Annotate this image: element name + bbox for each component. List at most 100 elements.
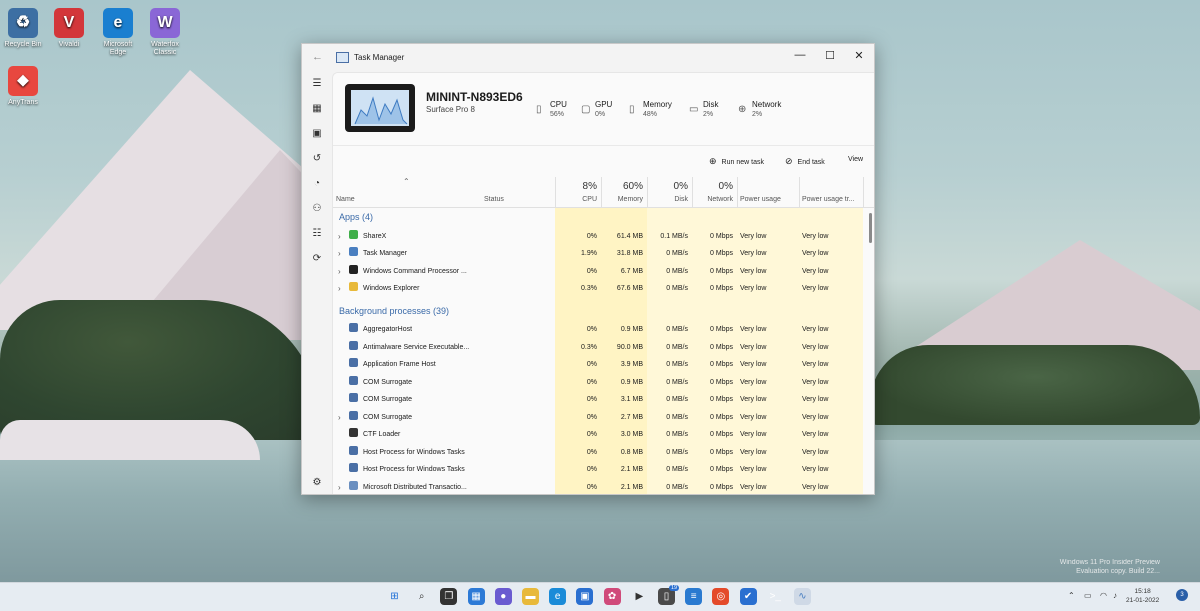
search-icon[interactable]: ⌕ — [413, 588, 430, 605]
process-row[interactable]: COM Surrogate 0% 3.1 MB 0 MB/s 0 Mbps Very lo… — [333, 391, 874, 409]
process-name-cell: Windows Explorer — [349, 280, 477, 298]
process-row[interactable]: › COM Surrogate 0% 2.7 MB 0 MB/s 0 Mbps Very l… — [333, 409, 874, 427]
todo-icon[interactable]: ✔ — [739, 588, 757, 605]
process-row[interactable]: Host Process for Windows Tasks 0% 2.1 MB 0 … — [333, 461, 874, 479]
memory-cell: 3.9 MB — [620, 361, 643, 368]
col-power-usage-trend[interactable]: Power usage tr... — [799, 177, 863, 207]
users-icon[interactable]: ⚇ — [310, 202, 324, 216]
expand-chevron-icon[interactable]: › — [338, 263, 341, 281]
memory-cell: 0.9 MB — [620, 326, 643, 333]
processes-icon[interactable]: ▦ — [310, 102, 324, 116]
process-row[interactable]: CTF Loader 0% 3.0 MB 0 MB/s 0 Mbps Very low Ve… — [333, 426, 874, 444]
edge-icon[interactable]: e — [549, 588, 567, 605]
performance-icon[interactable]: ▣ — [310, 127, 324, 141]
process-name: Windows Command Processor ... — [363, 267, 467, 275]
clock[interactable]: 15:18 21-01-2022 — [1126, 587, 1159, 605]
maximize-button[interactable]: ☐ — [820, 49, 840, 62]
col-power-usage[interactable]: Power usage — [737, 177, 799, 207]
photos-icon[interactable]: ✿ — [603, 588, 621, 605]
group-header[interactable]: Background processes (39) — [333, 302, 874, 322]
end-task-button[interactable]: ⊘ End task — [785, 156, 825, 167]
hamburger-menu-icon[interactable]: ☰ — [310, 77, 324, 91]
waterfox-classic-icon: W — [150, 8, 180, 38]
expand-chevron-icon[interactable]: › — [338, 479, 341, 495]
notification-badge[interactable]: 3 — [1176, 589, 1188, 601]
expand-chevron-icon[interactable]: › — [338, 280, 341, 298]
process-row[interactable]: Application Frame Host 0% 3.9 MB 0 MB/s 0 Mb… — [333, 356, 874, 374]
process-row[interactable]: COM Surrogate 0% 0.9 MB 0 MB/s 0 Mbps Very lo… — [333, 374, 874, 392]
expand-chevron-icon[interactable]: › — [338, 409, 341, 427]
desktop-icon-waterfox-classic[interactable]: W Waterfox Classic — [142, 8, 188, 57]
settings-gear-icon[interactable]: ⚙ — [310, 476, 324, 490]
process-row[interactable]: Antimalware Service Executable... 0.3% 90.… — [333, 339, 874, 357]
file-explorer-icon[interactable]: ▬ — [522, 588, 539, 605]
chevron-up-icon[interactable]: ⌃ — [1068, 591, 1075, 600]
power-cell: Very low — [740, 483, 767, 491]
process-row[interactable]: › Task Manager 1.9% 31.8 MB 0 MB/s 0 Mbps Very… — [333, 245, 874, 263]
process-name-cell: COM Surrogate — [349, 391, 477, 409]
process-row[interactable]: Host Process for Windows Tasks 0% 0.8 MB 0 … — [333, 444, 874, 462]
back-arrow-icon[interactable]: ← — [312, 51, 323, 63]
view-button[interactable]: View — [848, 156, 863, 163]
process-name-cell: Host Process for Windows Tasks — [349, 461, 477, 479]
desktop-icon-microsoft-edge[interactable]: e Microsoft Edge — [95, 8, 141, 57]
network-tray-icon[interactable]: ▭ — [1084, 591, 1092, 600]
process-row[interactable]: › Windows Command Processor ... 0% 6.7 MB 0 … — [333, 263, 874, 281]
network-cell: 0 Mbps — [710, 250, 733, 257]
expand-chevron-icon[interactable]: › — [338, 245, 341, 263]
run-new-task-button[interactable]: ⊕ Run new task — [709, 156, 764, 167]
services-icon[interactable]: ⟳ — [310, 252, 324, 266]
startup-apps-icon[interactable]: ◔ — [310, 177, 324, 191]
memory-icon: ▯ — [629, 104, 635, 115]
widgets-icon[interactable]: ▦ — [467, 588, 485, 605]
media-player-icon[interactable]: ▶ — [631, 588, 648, 605]
notepad-icon[interactable]: ≡ — [685, 588, 703, 605]
desktop-icon-vivaldi[interactable]: V Vivaldi — [46, 8, 92, 49]
volume-icon[interactable]: ♪ — [1113, 591, 1117, 600]
col-disk[interactable]: 0% Disk — [647, 177, 692, 207]
minimize-button[interactable]: — — [790, 49, 810, 61]
process-name-cell: COM Surrogate — [349, 374, 477, 392]
process-row[interactable]: › ShareX 0% 61.4 MB 0.1 MB/s 0 Mbps Very low Ve… — [333, 228, 874, 246]
col-status[interactable]: Status — [481, 177, 555, 207]
close-button[interactable]: ✕ — [849, 49, 869, 62]
stat-value: 0% — [595, 111, 606, 118]
task-view-icon[interactable]: ❐ — [440, 588, 458, 605]
process-row[interactable]: › Windows Explorer 0.3% 67.6 MB 0 MB/s 0 Mbps… — [333, 280, 874, 298]
sharex-icon[interactable]: ◎ — [712, 588, 730, 605]
store-icon[interactable]: ▣ — [576, 588, 594, 605]
desktop-icon-anytrans[interactable]: ⬥ AnyTrans — [0, 66, 46, 107]
title-bar[interactable]: ← Task Manager — ☐ ✕ — [302, 44, 874, 72]
vertical-scrollbar[interactable] — [869, 213, 872, 243]
col-name[interactable]: Name — [333, 177, 481, 207]
terminal-icon[interactable]: >_ — [767, 588, 784, 605]
expand-chevron-icon[interactable]: › — [338, 228, 341, 246]
col-cpu[interactable]: 8% CPU — [555, 177, 601, 207]
device-thumbnail — [345, 84, 415, 132]
details-icon[interactable]: ☷ — [310, 227, 324, 241]
process-row[interactable]: AggregatorHost 0% 0.9 MB 0 MB/s 0 Mbps Very l… — [333, 321, 874, 339]
disk-cell: 0 MB/s — [666, 267, 688, 275]
app-history-icon[interactable]: ↺ — [310, 152, 324, 166]
power-cell: Very low — [740, 232, 767, 240]
col-memory[interactable]: 60% Memory — [601, 177, 647, 207]
power-cell: Very low — [740, 285, 767, 292]
group-header[interactable]: Apps (4) — [333, 208, 874, 228]
process-name: Task Manager — [363, 250, 407, 257]
process-name-cell: Host Process for Windows Tasks — [349, 444, 477, 462]
power-cell: Very low — [740, 448, 767, 456]
cpu-cell: 0% — [586, 448, 597, 456]
cpu-cell: 0% — [586, 396, 597, 403]
start-icon[interactable]: ⊞ — [386, 588, 403, 605]
process-row[interactable]: › Microsoft Distributed Transactio... 0% 2.… — [333, 479, 874, 495]
task-manager-icon[interactable]: ∿ — [794, 588, 811, 605]
chat-icon[interactable]: ● — [494, 588, 512, 605]
wifi-icon[interactable]: ◠ — [1100, 591, 1107, 600]
cpu-cell: 0% — [586, 431, 597, 438]
disk-cell: 0 MB/s — [666, 413, 688, 421]
power-cell: Very low — [740, 250, 767, 257]
desktop-icon-label: Recycle Bin — [4, 41, 42, 48]
desktop-icon-recycle-bin[interactable]: ♻ Recycle Bin — [0, 8, 46, 49]
stat-label: Disk — [703, 100, 719, 109]
col-network[interactable]: 0% Network — [692, 177, 737, 207]
